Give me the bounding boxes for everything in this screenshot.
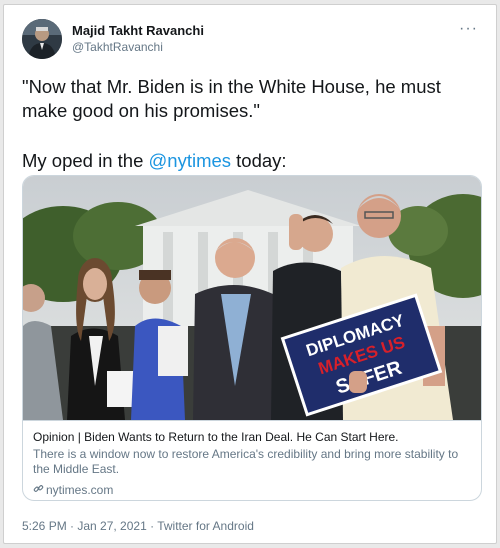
oped-prefix: My oped in the: [22, 150, 149, 171]
oped-suffix: today:: [231, 150, 287, 171]
tweet-container: Majid Takht Ravanchi @TakhtRavanchi ··· …: [3, 4, 497, 544]
card-title[interactable]: Opinion | Biden Wants to Return to the I…: [33, 430, 473, 444]
avatar[interactable]: [22, 19, 62, 59]
user-handle[interactable]: @TakhtRavanchi: [72, 40, 163, 54]
tweet-oped-line: My oped in the @nytimes today:: [22, 149, 482, 173]
tweet-text: "Now that Mr. Biden is in the White Hous…: [22, 75, 482, 173]
tweet-quote: "Now that Mr. Biden is in the White Hous…: [22, 76, 441, 121]
card-body[interactable]: Opinion | Biden Wants to Return to the I…: [23, 420, 481, 500]
more-options-icon[interactable]: ···: [459, 20, 478, 38]
link-icon: [33, 483, 44, 497]
tweet-timestamp[interactable]: 5:26 PM · Jan 27, 2021 · Twitter for And…: [22, 519, 254, 533]
nytimes-mention-link[interactable]: @nytimes: [149, 150, 232, 171]
card-description: There is a window now to restore America…: [33, 447, 459, 476]
card-domain-text: nytimes.com: [46, 483, 114, 497]
link-preview-card[interactable]: DIPLOMACY MAKES US SAFER Opinion | Biden…: [22, 175, 482, 501]
display-name[interactable]: Majid Takht Ravanchi: [72, 23, 204, 38]
card-domain: nytimes.com: [33, 483, 113, 497]
card-image[interactable]: DIPLOMACY MAKES US SAFER: [23, 176, 481, 420]
